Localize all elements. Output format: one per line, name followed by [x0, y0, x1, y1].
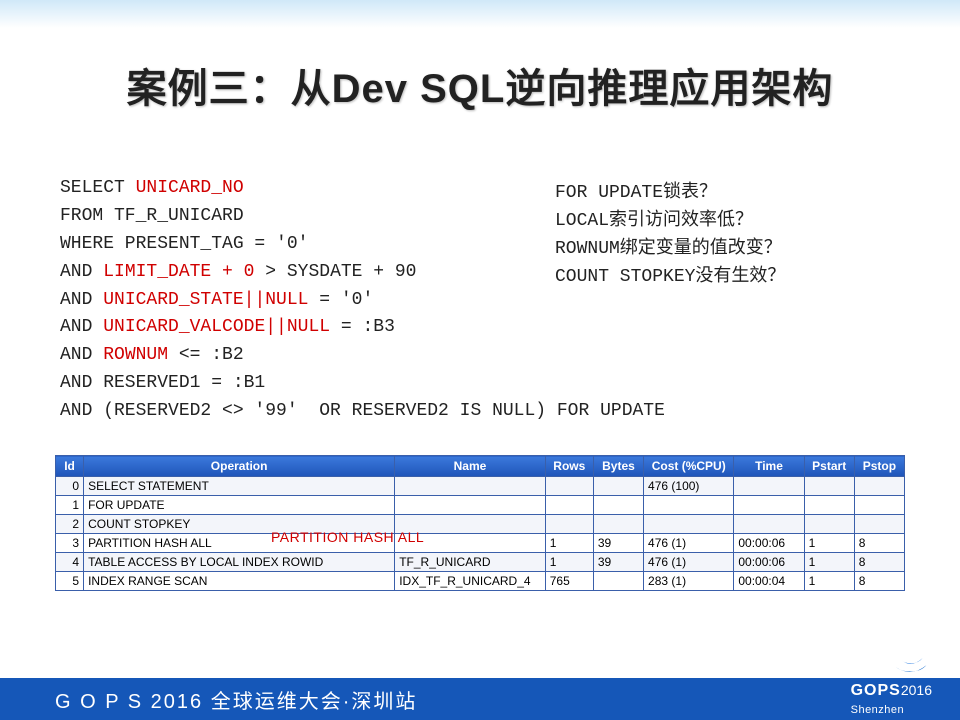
table-row: 3 PARTITION HASH ALL 1 39 476 (1) 00:00:… [56, 534, 905, 553]
sql-line: AND ROWNUM <= :B2 [60, 345, 244, 365]
header-gradient [0, 0, 960, 28]
sql-line: AND RESERVED1 = :B1 [60, 373, 265, 393]
notes-block: FOR UPDATE锁表？ LOCAL索引访问效率低？ ROWNUM绑定变量的值… [555, 180, 785, 292]
note-line: COUNT STOPKEY没有生效？ [555, 267, 785, 287]
note-line: FOR UPDATE锁表？ [555, 183, 717, 203]
table-header-row: Id Operation Name Rows Bytes Cost (%CPU)… [56, 456, 905, 477]
col-pstart: Pstart [804, 456, 854, 477]
col-operation: Operation [84, 456, 395, 477]
col-name: Name [395, 456, 546, 477]
logo-swirl-icon [888, 640, 934, 676]
footer-brand: GOPS2016 Shenzhen [851, 682, 932, 718]
col-rows: Rows [545, 456, 593, 477]
table-row: 2 COUNT STOPKEY [56, 515, 905, 534]
sql-line: SELECT UNICARD_NO [60, 178, 244, 198]
sql-line: AND LIMIT_DATE + 0 > SYSDATE + 90 [60, 262, 416, 282]
footer-text: G O P S 2016 全球运维大会·深圳站 [55, 685, 417, 714]
sql-line: AND UNICARD_VALCODE||NULL = :B3 [60, 317, 395, 337]
col-id: Id [56, 456, 84, 477]
col-cost: Cost (%CPU) [644, 456, 734, 477]
table-row: 5 INDEX RANGE SCAN IDX_TF_R_UNICARD_4 76… [56, 572, 905, 591]
note-line: ROWNUM绑定变量的值改变？ [555, 239, 782, 259]
col-bytes: Bytes [593, 456, 643, 477]
table-row: 1 FOR UPDATE [56, 496, 905, 515]
sql-line: AND UNICARD_STATE||NULL = '0' [60, 290, 373, 310]
col-pstop: Pstop [854, 456, 904, 477]
table-row: 0 SELECT STATEMENT 476 (100) [56, 477, 905, 496]
execution-plan-table: Id Operation Name Rows Bytes Cost (%CPU)… [55, 455, 905, 591]
col-time: Time [734, 456, 804, 477]
sql-line: FROM TF_R_UNICARD [60, 206, 244, 226]
table-row: 4 TABLE ACCESS BY LOCAL INDEX ROWID TF_R… [56, 553, 905, 572]
note-line: LOCAL索引访问效率低？ [555, 211, 753, 231]
footer-bar: G O P S 2016 全球运维大会·深圳站 GOPS2016 Shenzhe… [0, 678, 960, 720]
sql-line: WHERE PRESENT_TAG = '0' [60, 234, 308, 254]
slide-title: 案例三：从Dev SQL逆向推理应用架构 [0, 56, 960, 114]
sql-line: AND (RESERVED2 <> '99' OR RESERVED2 IS N… [60, 401, 665, 421]
annotation-partition-hash: PARTITION HASH ALL [271, 529, 424, 545]
